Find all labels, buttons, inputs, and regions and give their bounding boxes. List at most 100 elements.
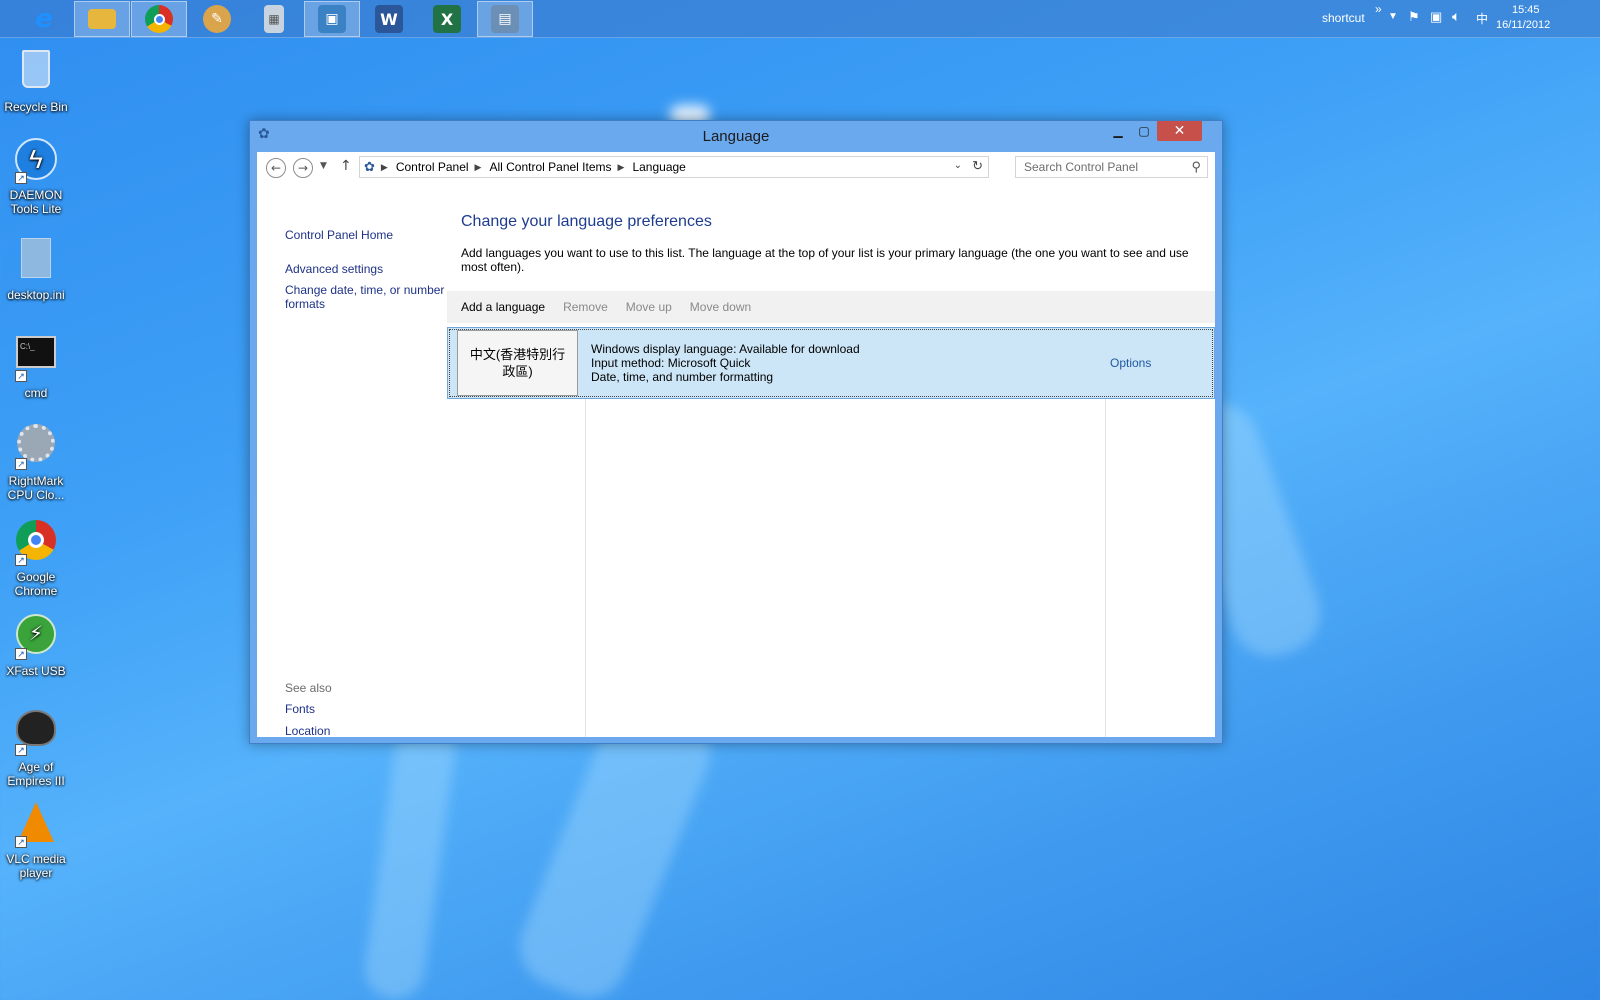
search-icon[interactable]: ⚲ — [1191, 159, 1201, 175]
excel-icon: X — [433, 5, 461, 33]
desktop-icon-cmd[interactable]: C:\_ ↗ cmd — [0, 330, 72, 400]
refresh-icon[interactable]: ↻ — [972, 158, 983, 174]
shortcut-arrow-icon: ↗ — [15, 458, 27, 470]
maximize-button[interactable]: ▢ — [1131, 121, 1157, 141]
network-icon[interactable]: ▣ — [1430, 9, 1442, 25]
desktop-icon-daemon-tools[interactable]: ϟ ↗ DAEMON Tools Lite — [0, 138, 72, 216]
address-bar[interactable]: ✿ ▶ Control Panel ▶ All Control Panel It… — [359, 156, 989, 178]
change-date-time-link[interactable]: Change date, time, or number formats — [285, 283, 445, 311]
minimize-button[interactable]: ▁ — [1105, 121, 1131, 141]
move-down-button[interactable]: Move down — [690, 300, 751, 314]
desktop-icon-xfast-usb[interactable]: ⚡︎ ↗ XFast USB — [0, 612, 72, 678]
main-content: Change your language preferences Add lan… — [447, 184, 1215, 737]
shortcut-arrow-icon: ↗ — [15, 554, 27, 566]
vlc-cone-icon: ↗ — [13, 802, 59, 848]
breadcrumb-all-items[interactable]: All Control Panel Items — [489, 160, 611, 174]
control-panel-icon: ▣ — [318, 5, 346, 33]
shortcut-arrow-icon: ↗ — [15, 836, 27, 848]
toolbar-chevron-icon[interactable]: » — [1375, 2, 1382, 16]
forward-button[interactable]: → — [293, 158, 313, 178]
desktop-icon-label: VLC media player — [6, 852, 66, 880]
remove-button[interactable]: Remove — [563, 300, 608, 314]
desktop-icon-desktop-ini[interactable]: desktop.ini — [0, 236, 72, 302]
chrome-icon — [145, 5, 173, 33]
desktop-icon-age-of-empires[interactable]: ↗ Age of Empires III — [0, 706, 72, 788]
clock-date[interactable]: 16/11/2012 — [1496, 19, 1550, 31]
settings-file-icon — [13, 238, 59, 284]
options-link[interactable]: Options — [1110, 356, 1151, 370]
action-center-flag-icon[interactable]: ⚑ — [1408, 9, 1420, 25]
formatting-status: Date, time, and number formatting — [591, 370, 774, 384]
taskbar-word[interactable]: W — [361, 1, 417, 37]
back-button[interactable]: ← — [266, 158, 286, 178]
toolbar-shortcut-label[interactable]: shortcut — [1322, 11, 1365, 25]
display-language-status: Windows display language: Available for … — [591, 342, 860, 356]
calculator-icon: ▦ — [264, 5, 284, 33]
shortcut-arrow-icon: ↗ — [15, 370, 27, 382]
taskbar-chrome[interactable] — [131, 1, 187, 37]
control-panel-home-link[interactable]: Control Panel Home — [285, 228, 393, 242]
taskbar-calculator[interactable]: ▦ — [246, 1, 302, 37]
taskbar-control-panel[interactable]: ▣ — [304, 1, 360, 37]
desktop-icon-google-chrome[interactable]: ↗ Google Chrome — [0, 518, 72, 598]
breadcrumb-control-panel[interactable]: Control Panel — [396, 160, 469, 174]
advanced-settings-link[interactable]: Advanced settings — [285, 262, 383, 276]
add-language-button[interactable]: Add a language — [461, 300, 545, 314]
desktop-icon-label: desktop.ini — [7, 288, 65, 302]
window-title: Language — [702, 128, 770, 145]
wallpaper-streak — [360, 717, 460, 1000]
search-input[interactable]: Search Control Panel ⚲ — [1015, 156, 1208, 178]
fonts-link[interactable]: Fonts — [285, 702, 315, 716]
show-hidden-icons-button[interactable]: ▼ — [1388, 11, 1398, 22]
navigation-row: ← → ▼ ↑ ✿ ▶ Control Panel ▶ All Control … — [257, 152, 1215, 184]
language-name-tile[interactable]: 中文(香港特別行政區) — [457, 330, 578, 396]
page-title: Change your language preferences — [461, 213, 712, 230]
recent-locations-dropdown[interactable]: ▼ — [320, 161, 327, 171]
taskbar-paint[interactable]: ✎ — [189, 1, 245, 37]
language-window: ✿ Language ▁ ▢ ✕ ← → ▼ ↑ ✿ ▶ Control Pan… — [249, 120, 1223, 744]
desktop-icon-rightmark[interactable]: ↗ RightMark CPU Clo... — [0, 422, 72, 502]
page-description: Add languages you want to use to this li… — [461, 246, 1189, 274]
move-up-button[interactable]: Move up — [626, 300, 672, 314]
taskbar-file-explorer[interactable] — [74, 1, 130, 37]
clock-time[interactable]: 15:45 — [1512, 4, 1540, 16]
input-method-indicator[interactable]: 中 — [1476, 10, 1488, 27]
location-link[interactable]: Location — [285, 724, 330, 738]
breadcrumb-chevron-icon[interactable]: ▶ — [475, 162, 482, 173]
desktop-icon-label: RightMark CPU Clo... — [7, 474, 65, 502]
desktop-icon-label: cmd — [24, 386, 48, 400]
language-toolbar: Add a language Remove Move up Move down — [447, 291, 1215, 323]
shortcut-arrow-icon: ↗ — [15, 172, 27, 184]
word-icon: W — [375, 5, 403, 33]
volume-icon[interactable]: 🔈︎ — [1452, 8, 1460, 25]
see-also-heading: See also — [285, 681, 332, 695]
title-bar[interactable]: ✿ Language ▁ ▢ ✕ — [250, 121, 1222, 155]
shortcut-arrow-icon: ↗ — [15, 744, 27, 756]
language-list: 中文(香港特別行政區) Windows display language: Av… — [447, 327, 1215, 737]
command-prompt-icon: C:\_ ↗ — [13, 336, 59, 382]
control-panel-globe-icon: ✿ — [364, 159, 375, 174]
breadcrumb-chevron-icon[interactable]: ▶ — [381, 162, 388, 173]
language-row[interactable]: 中文(香港特別行政區) Windows display language: Av… — [447, 327, 1215, 399]
internet-explorer-icon: e — [35, 4, 53, 34]
file-explorer-icon — [88, 9, 116, 29]
up-button[interactable]: ↑ — [340, 158, 352, 174]
system-tray: shortcut » ▼ ⚑ ▣ 🔈︎ 中 15:45 16/11/2012 — [1300, 0, 1600, 38]
taskbar-excel[interactable]: X — [419, 1, 475, 37]
breadcrumb-chevron-icon[interactable]: ▶ — [618, 162, 625, 173]
resource-monitor-icon: ▤ — [491, 5, 519, 33]
recycle-bin-icon — [13, 50, 59, 96]
taskbar: e ✎ ▦ ▣ W X ▤ shortcut » ▼ ⚑ ▣ 🔈︎ 中 15:4… — [0, 0, 1600, 38]
address-dropdown-icon[interactable]: ⌄ — [954, 160, 962, 171]
desktop-icon-label: Age of Empires III — [7, 760, 65, 788]
close-button[interactable]: ✕ — [1157, 121, 1202, 141]
taskbar-ie[interactable]: e — [16, 1, 72, 37]
paint-icon: ✎ — [203, 5, 231, 33]
desktop-icon-recycle-bin[interactable]: Recycle Bin — [0, 46, 72, 114]
chrome-icon: ↗ — [13, 520, 59, 566]
breadcrumb-language[interactable]: Language — [632, 160, 685, 174]
taskbar-resource-monitor[interactable]: ▤ — [477, 1, 533, 37]
rightmark-gear-icon: ↗ — [13, 424, 59, 470]
window-client: ← → ▼ ↑ ✿ ▶ Control Panel ▶ All Control … — [257, 152, 1215, 738]
desktop-icon-vlc[interactable]: ↗ VLC media player — [0, 800, 72, 880]
